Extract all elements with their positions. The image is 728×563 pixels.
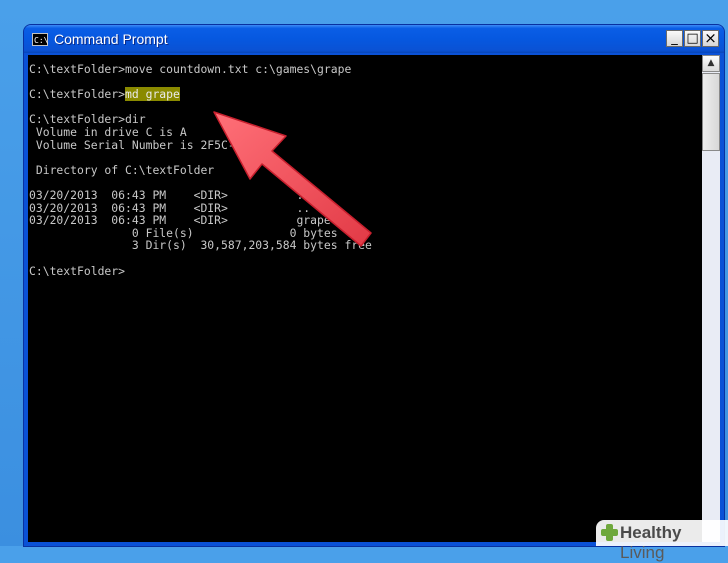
close-button[interactable]: × bbox=[702, 30, 719, 47]
scrollbar-thumb[interactable] bbox=[702, 73, 720, 151]
healthy-living-logo: Healthy Living bbox=[596, 520, 728, 562]
red-arrow-icon bbox=[213, 111, 372, 247]
window-title: Command Prompt bbox=[54, 31, 168, 47]
minimize-button[interactable]: _ bbox=[666, 30, 683, 47]
command-prompt-window: C:\ Command Prompt _ □ × C:\textFolder>m… bbox=[24, 25, 724, 546]
plus-logo-icon bbox=[601, 524, 618, 541]
maximize-button[interactable]: □ bbox=[684, 30, 701, 47]
logo-wordmark: Healthy Living bbox=[620, 523, 682, 562]
vertical-scrollbar[interactable]: ▲ bbox=[702, 55, 720, 542]
scroll-up-icon[interactable]: ▲ bbox=[702, 55, 720, 72]
terminal-output[interactable]: C:\textFolder>move countdown.txt c:\game… bbox=[28, 55, 702, 542]
cmd-app-icon[interactable]: C:\ bbox=[32, 33, 48, 46]
title-bar[interactable]: C:\ Command Prompt _ □ × bbox=[24, 25, 724, 53]
